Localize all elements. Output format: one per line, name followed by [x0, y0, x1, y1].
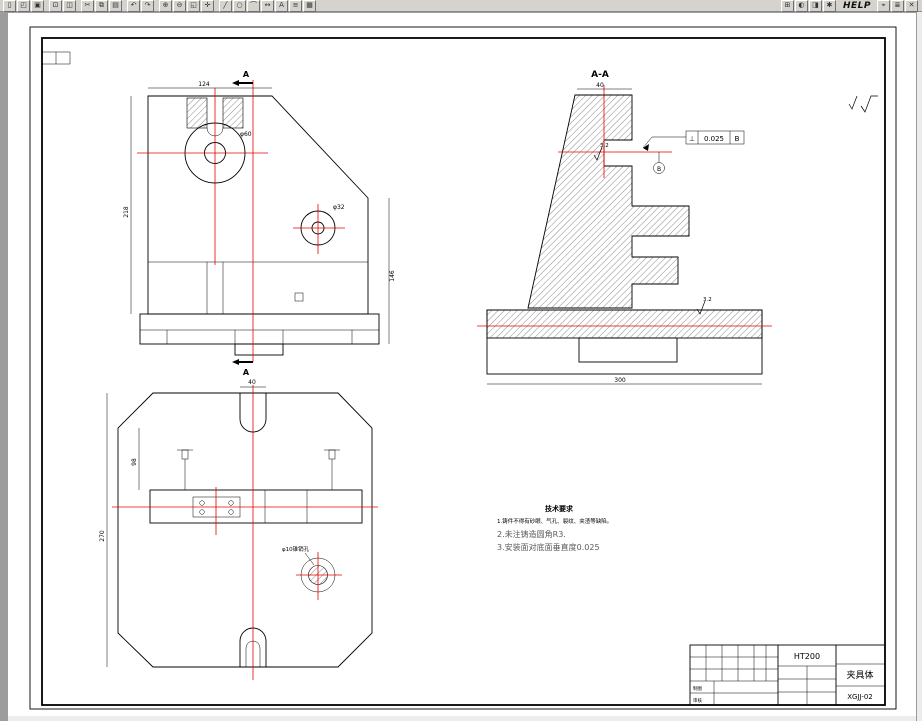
dim-section-top: 40 — [596, 82, 604, 89]
dim-height: 270 — [99, 530, 106, 542]
title-block-check-label: 审核 — [693, 697, 702, 704]
toolbar-icon-properties[interactable]: ≣ — [891, 0, 904, 12]
tolerance-symbol: ⊥ — [689, 135, 695, 143]
vertical-scrollbar[interactable] — [916, 0, 922, 721]
toolbar-icon-options[interactable]: ✱ — [822, 0, 836, 12]
toolbar: ▯ ◰ ▣ ⊡ ◫ ✂ ⧉ ▤ ↶ ↷ ⊕ ⊖ ◱ ✛ ╱ ○ ⌒ ↔ A ≡ ▦ ⊞ ◐ ◨ ✱ HELP ⌖ ≣ ✕ — [0, 0, 922, 12]
dim-bore-large: φ60 — [240, 131, 252, 138]
dim-bore-small: φ32 — [333, 204, 345, 211]
horizontal-scrollbar[interactable] — [8, 716, 916, 721]
toolbar-icon-zoom-in[interactable]: ⊕ — [159, 0, 172, 12]
finish-base-value: 3.2 — [703, 297, 712, 303]
dim-section-base: 300 — [614, 377, 626, 384]
toolbar-icon-dimension[interactable]: ↔ — [261, 0, 274, 12]
toolbar-icon-line[interactable]: ╱ — [219, 0, 232, 12]
toolbar-icon-preview[interactable]: ◫ — [63, 0, 76, 12]
section-view-label: A-A — [591, 70, 609, 80]
toolbar-icon-arc[interactable]: ⌒ — [247, 0, 260, 12]
toolbar-icon-render[interactable]: ◐ — [794, 0, 808, 12]
dim-front-left: 218 — [123, 206, 130, 218]
toolbar-icon-circle[interactable]: ○ — [233, 0, 246, 12]
toolbar-icon-pan[interactable]: ✛ — [201, 0, 214, 12]
title-block-drawing-no: XGJJ-02 — [847, 693, 873, 701]
pin-hole-label: φ10锥销孔 — [282, 545, 310, 553]
toolbar-icon-grid[interactable]: ▦ — [303, 0, 316, 12]
toolbar-icon-paste[interactable]: ▤ — [109, 0, 122, 12]
toolbar-icon-save[interactable]: ▣ — [31, 0, 44, 12]
toolbar-icon-zoom-out[interactable]: ⊖ — [173, 0, 186, 12]
tech-req-line2: 2.未注铸造圆角R3. — [497, 529, 566, 539]
toolbar-icon-layers[interactable]: ≡ — [289, 0, 302, 12]
section-arrow-label-bottom: A — [243, 368, 250, 377]
datum-label: B — [657, 166, 661, 173]
tech-req-line1: 1.铸件不得有砂眼、气孔、裂纹、夹渣等缺陷。 — [497, 517, 612, 525]
title-block-material: HT200 — [794, 652, 820, 661]
toolbar-group-right: ⌖ ≣ ✕ — [877, 0, 919, 12]
toolbar-icon-plot[interactable]: ⊞ — [780, 0, 794, 12]
title-block-draw-label: 制图 — [693, 685, 702, 692]
dim-slot: 40 — [248, 379, 256, 386]
toolbar-icon-cut[interactable]: ✂ — [81, 0, 94, 12]
toolbar-icon-object-snap[interactable]: ⌖ — [877, 0, 890, 12]
paper-sheet — [8, 13, 916, 717]
dim-front-right: 146 — [389, 270, 396, 282]
toolbar-icon-zoom-window[interactable]: ◱ — [187, 0, 200, 12]
help-logo[interactable]: HELP — [843, 1, 871, 11]
toolbar-group-left: ▯ ◰ ▣ ⊡ ◫ ✂ ⧉ ▤ ↶ ↷ ⊕ ⊖ ◱ ✛ ╱ ○ ⌒ ↔ A ≡ ▦ — [3, 0, 317, 12]
toolbar-icon-new[interactable]: ▯ — [3, 0, 16, 12]
toolbar-icon-views[interactable]: ◨ — [808, 0, 822, 12]
tech-req-title: 技术要求 — [545, 504, 574, 513]
toolbar-icon-undo[interactable]: ↶ — [127, 0, 140, 12]
tech-req-line3: 3.安装面对底面垂直度0.025 — [497, 542, 600, 552]
toolbar-icon-copy[interactable]: ⧉ — [95, 0, 108, 12]
toolbar-group-mid: ⊞ ◐ ◨ ✱ — [780, 0, 837, 12]
section-arrow-label-top: A — [243, 70, 250, 79]
finish-top-value: 3.2 — [600, 143, 609, 149]
title-block-part-name: 夹具体 — [846, 669, 873, 681]
drawing-canvas[interactable]: A A 124 218 146 φ60 φ32 A-A ⊥ 0.025 B B … — [0, 0, 922, 721]
cad-application-window: { "colors": { "desktop": "#9c9c9c", "she… — [0, 0, 922, 721]
tolerance-datum-ref: B — [735, 135, 740, 143]
toolbar-icon-redo[interactable]: ↷ — [141, 0, 154, 12]
toolbar-icon-text[interactable]: A — [275, 0, 288, 12]
toolbar-icon-close[interactable]: ✕ — [905, 0, 918, 12]
dim-front-top: 124 — [198, 81, 210, 88]
dim-step: 98 — [131, 458, 138, 466]
tolerance-value: 0.025 — [704, 135, 724, 143]
toolbar-icon-print[interactable]: ⊡ — [49, 0, 62, 12]
toolbar-icon-open[interactable]: ◰ — [17, 0, 30, 12]
